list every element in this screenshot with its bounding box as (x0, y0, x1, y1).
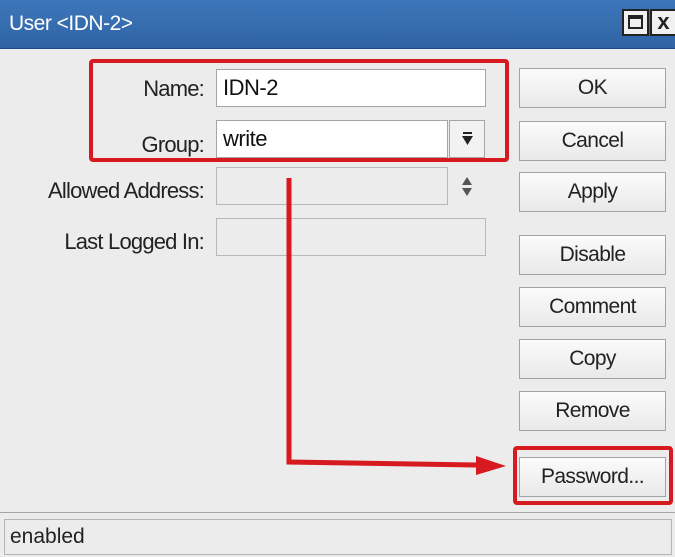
user-dialog-window: User <IDN-2> x Name: Group: Allowed Addr… (0, 0, 675, 557)
red-arrow (286, 178, 506, 475)
status-text: enabled (4, 519, 672, 555)
status-bar: enabled (0, 512, 675, 557)
